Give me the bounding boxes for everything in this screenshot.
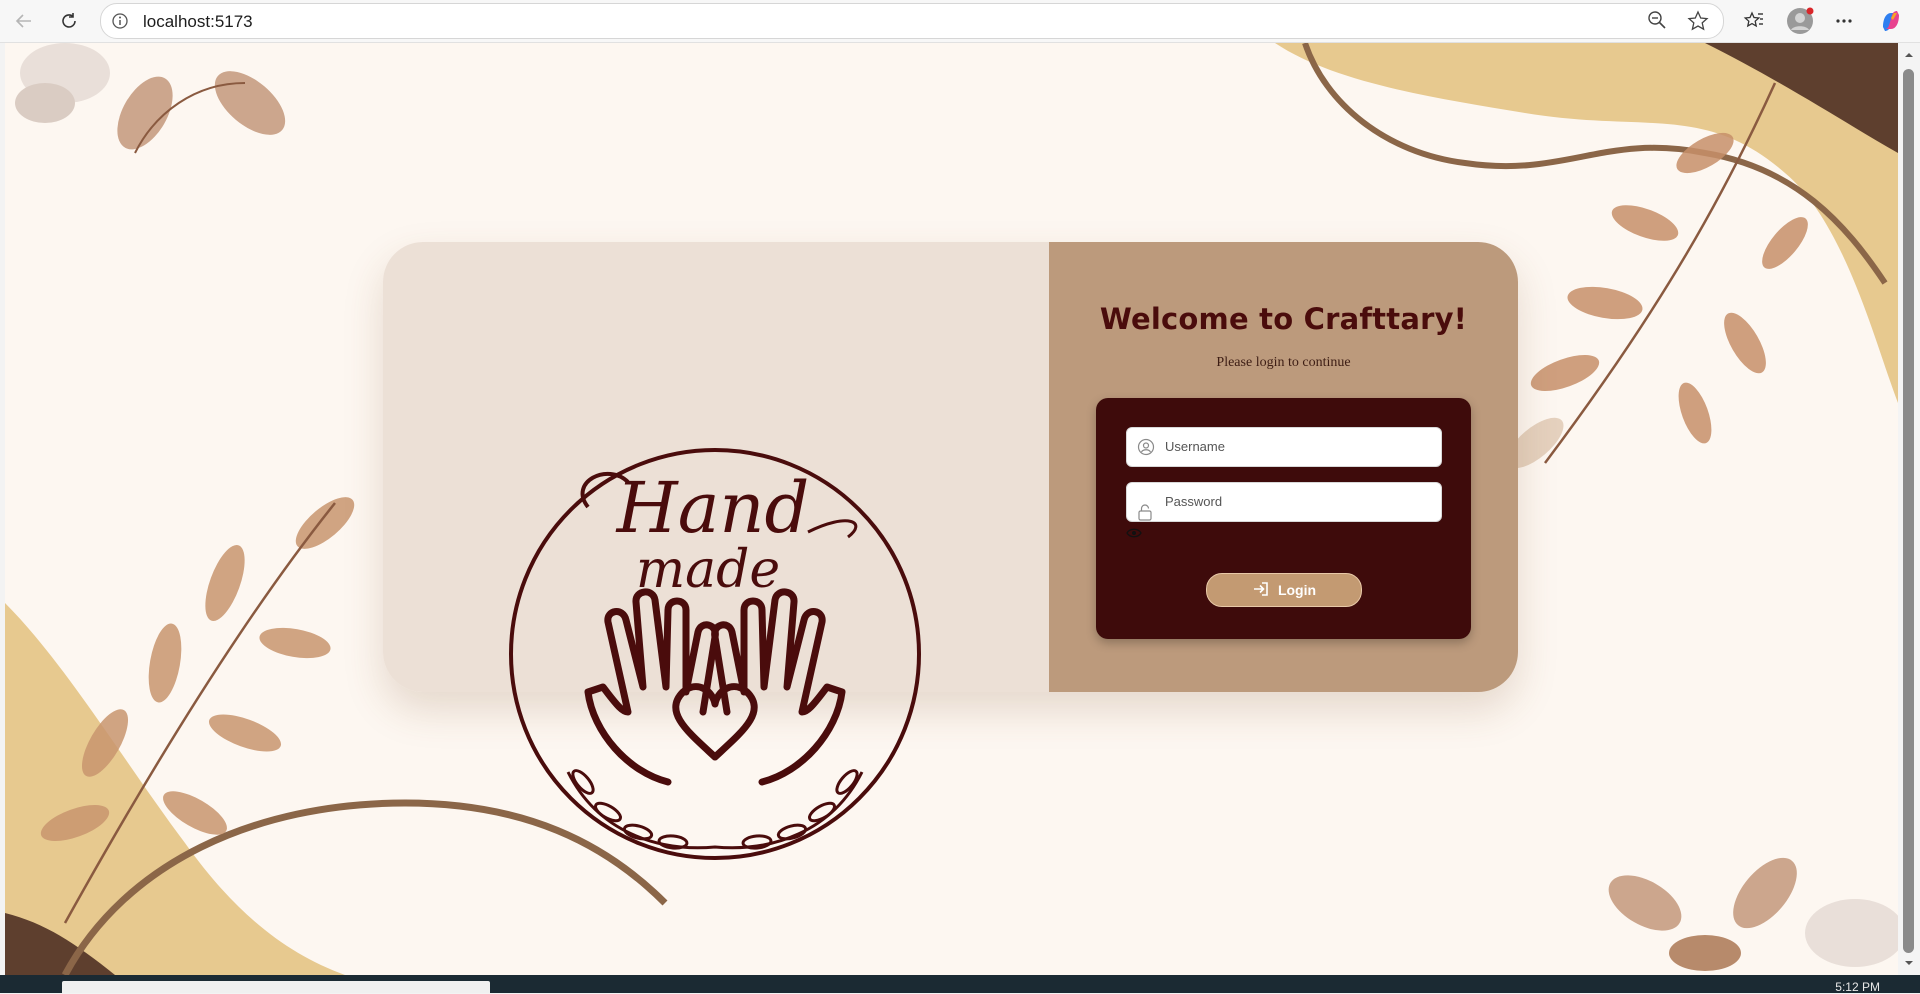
copilot-icon bbox=[1883, 11, 1899, 31]
profile-icon bbox=[1787, 7, 1814, 34]
refresh-icon bbox=[62, 13, 76, 28]
page-title: Welcome to Crafttary! bbox=[1099, 302, 1468, 336]
back-icon bbox=[15, 14, 31, 28]
logo-line1: Hand bbox=[615, 467, 810, 549]
favorites-button[interactable] bbox=[1740, 7, 1768, 35]
password-field[interactable]: Password bbox=[1126, 482, 1442, 522]
scroll-thumb[interactable] bbox=[1903, 69, 1914, 953]
profile-button[interactable] bbox=[1786, 7, 1814, 35]
favorites-icon bbox=[1743, 11, 1763, 28]
login-form: Username Password Login bbox=[1096, 398, 1471, 639]
back-button[interactable] bbox=[10, 7, 38, 35]
lock-icon bbox=[1137, 503, 1153, 526]
site-info-icon[interactable] bbox=[111, 12, 129, 35]
page-scrollbar[interactable] bbox=[1898, 43, 1920, 975]
logo-line2: made bbox=[636, 540, 780, 600]
more-button[interactable] bbox=[1830, 7, 1858, 35]
password-placeholder: Password bbox=[1165, 494, 1223, 509]
address-bar[interactable]: localhost:5173 bbox=[100, 3, 1724, 39]
zoom-out-icon[interactable] bbox=[1647, 10, 1667, 35]
scroll-down-icon[interactable] bbox=[1903, 957, 1915, 969]
username-field[interactable]: Username bbox=[1126, 427, 1442, 467]
user-icon bbox=[1137, 438, 1155, 461]
more-icon bbox=[1836, 19, 1852, 23]
scroll-up-icon[interactable] bbox=[1903, 49, 1915, 61]
refresh-button[interactable] bbox=[55, 7, 83, 35]
favorite-star-icon[interactable] bbox=[1687, 10, 1709, 37]
copilot-button[interactable] bbox=[1877, 7, 1905, 35]
eye-icon[interactable] bbox=[1126, 526, 1142, 544]
os-taskbar: 5:12 PM bbox=[0, 975, 1920, 994]
login-icon bbox=[1252, 580, 1270, 601]
browser-toolbar: localhost:5173 bbox=[0, 0, 1920, 43]
login-button[interactable]: Login bbox=[1206, 573, 1362, 607]
taskbar-search[interactable] bbox=[62, 981, 490, 993]
page-subtitle: Please login to continue bbox=[1216, 355, 1351, 370]
username-placeholder: Username bbox=[1165, 439, 1225, 454]
address-url[interactable]: localhost:5173 bbox=[143, 12, 253, 32]
card-form-panel: Welcome to Crafttary! Please login to co… bbox=[1049, 242, 1518, 692]
login-button-label: Login bbox=[1277, 582, 1317, 598]
taskbar-clock: 5:12 PM bbox=[1835, 980, 1880, 994]
handmade-logo: Hand made bbox=[509, 448, 921, 860]
